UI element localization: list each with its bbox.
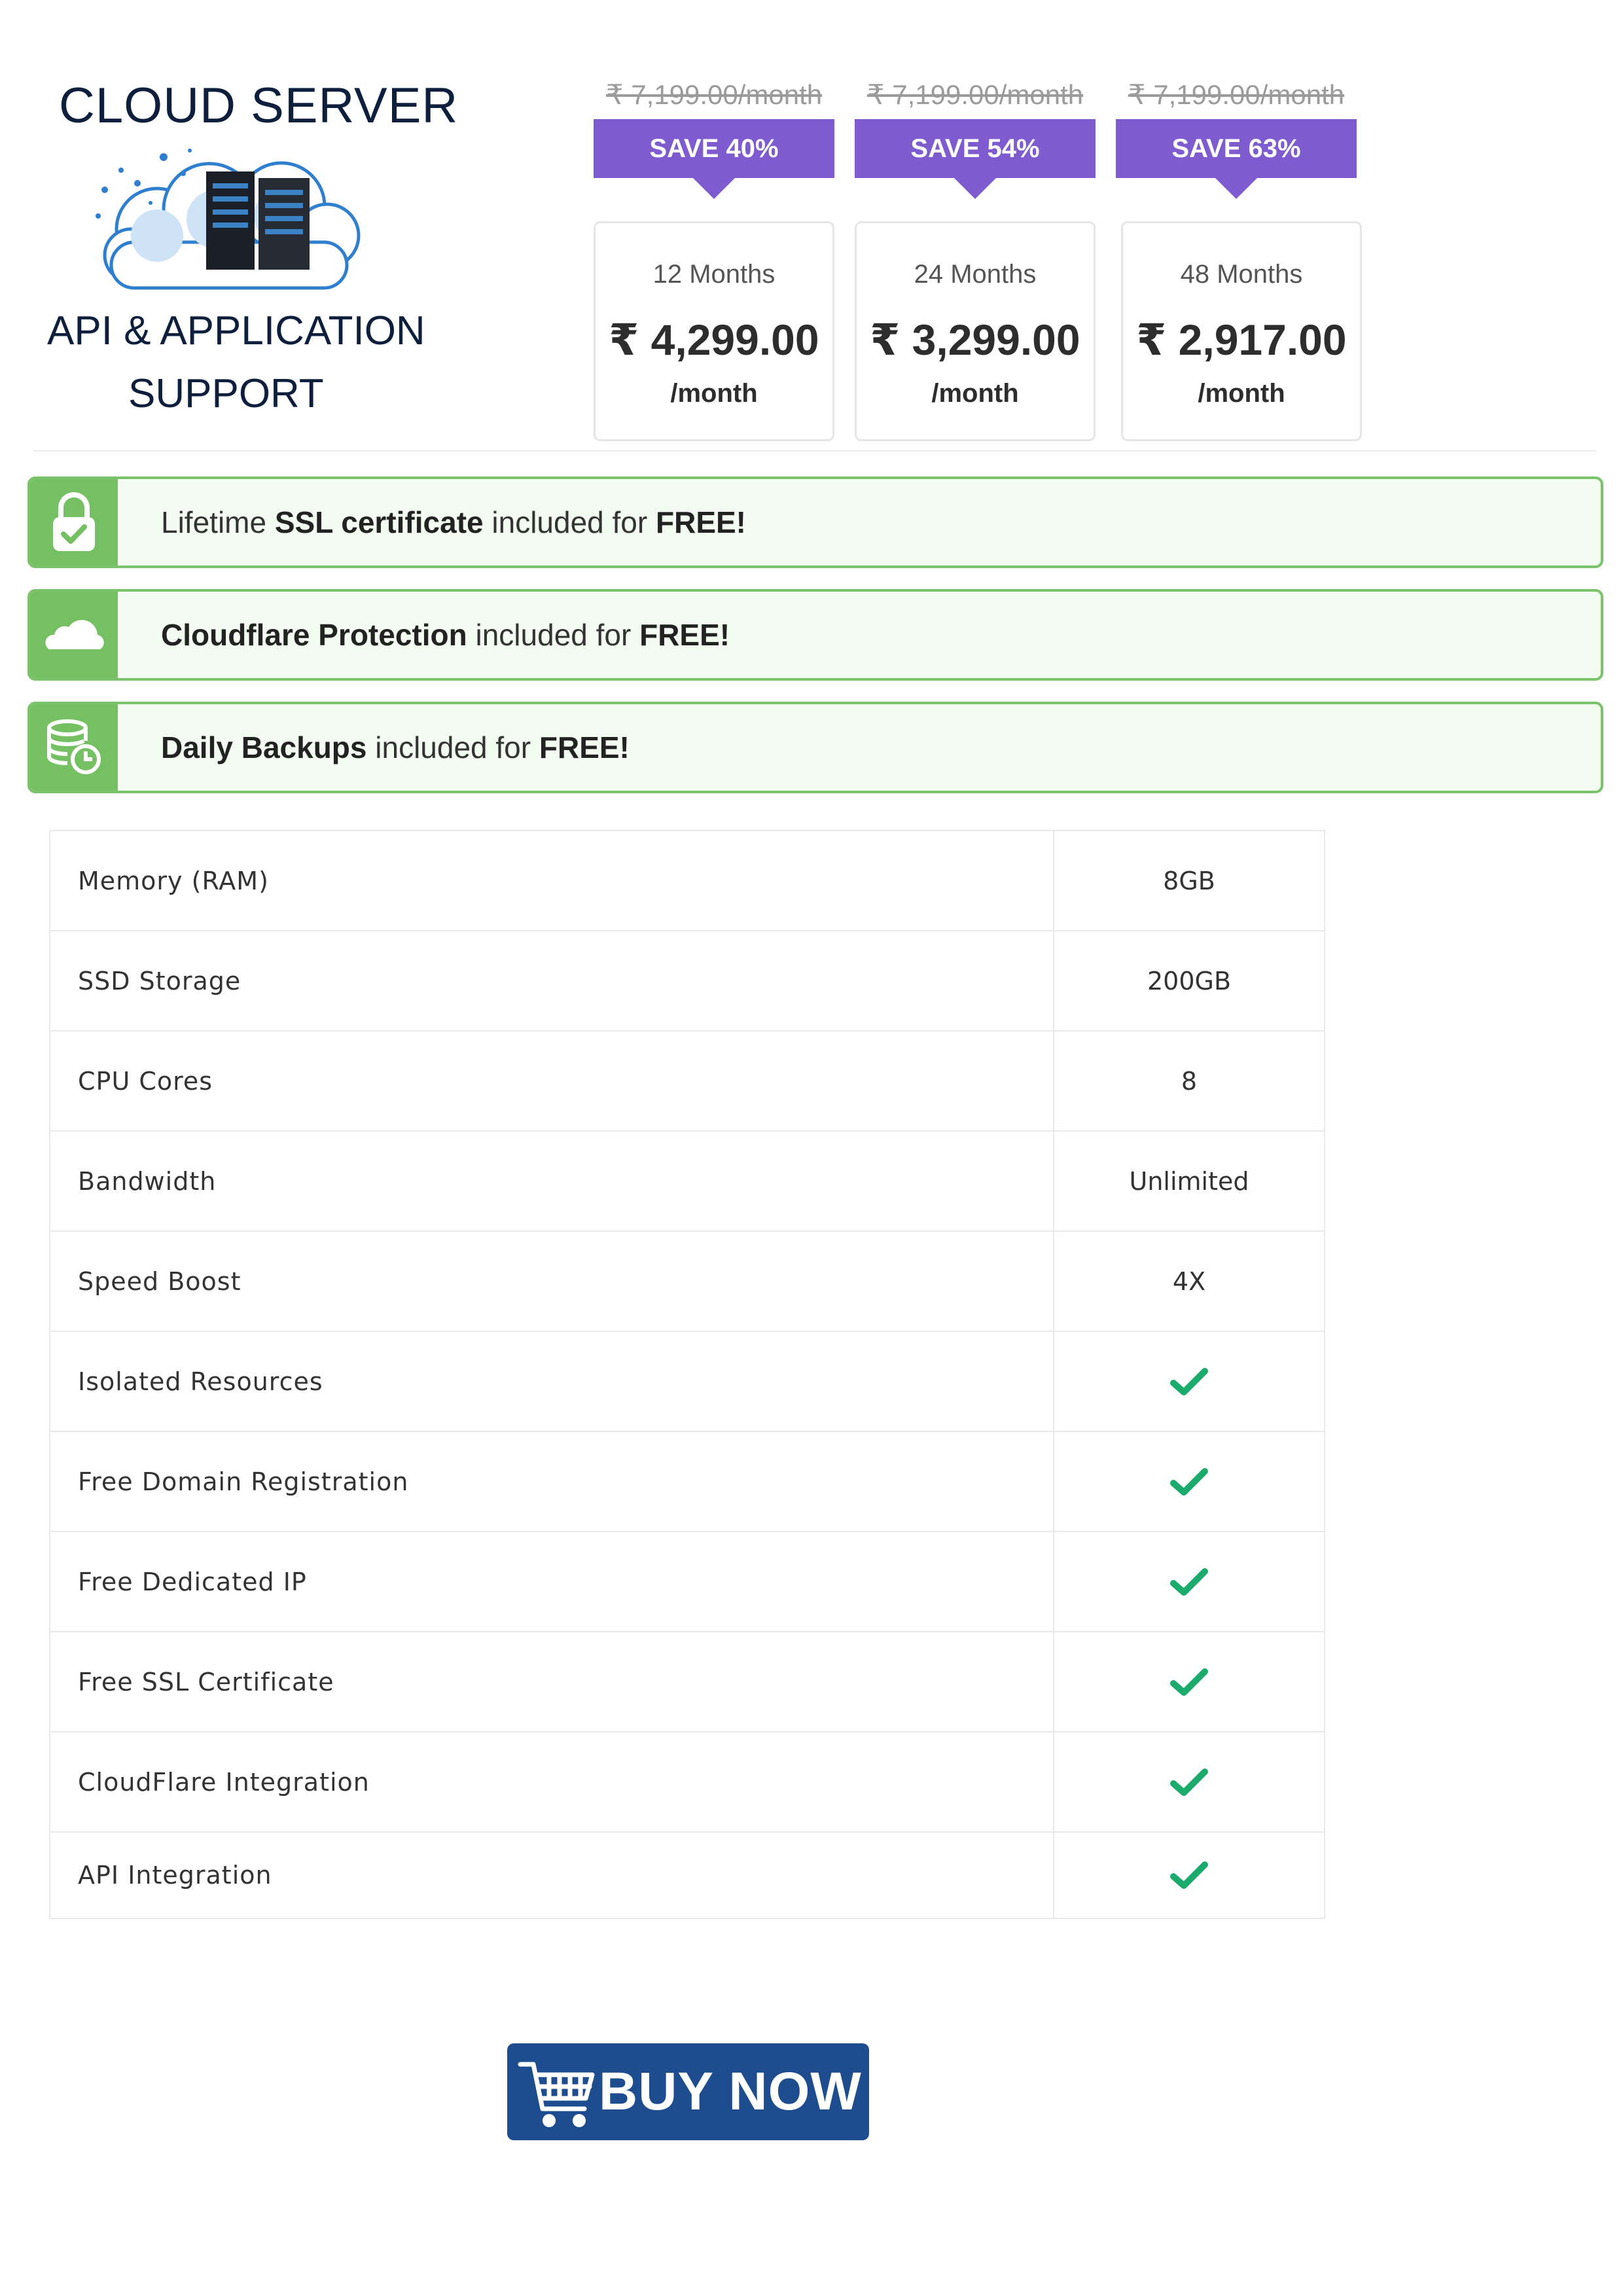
plan-price: ₹ 2,917.00 — [1136, 315, 1347, 364]
banner-ssl: Lifetime SSL certificate included for FR… — [27, 476, 1603, 568]
spec-label: SSD Storage — [50, 931, 1054, 1030]
table-row: Memory (RAM) 8GB — [50, 830, 1324, 930]
spec-value: 8 — [1181, 1066, 1198, 1096]
cloud-server-icon — [96, 149, 361, 290]
table-row: CPU Cores 8 — [50, 1030, 1324, 1130]
plan-card[interactable]: 12 Months ₹ 4,299.00 /month — [594, 221, 834, 441]
plan-months: 12 Months — [652, 260, 776, 289]
spec-label: Free Domain Registration — [50, 1432, 1054, 1531]
banner-text: Daily Backups included for FREE! — [161, 730, 630, 764]
table-row: API Integration — [50, 1831, 1324, 1919]
plan-save-badge: SAVE 63% — [1116, 119, 1357, 199]
lock-check-icon — [30, 479, 118, 565]
plan-old-price: ₹ 7,199.00/month — [866, 79, 1084, 110]
brand-subtitle-line2: SUPPORT — [128, 371, 324, 416]
banner-backups: Daily Backups included for FREE! — [27, 702, 1603, 793]
buy-now-button[interactable]: BUY NOW — [507, 2043, 869, 2140]
plan-card[interactable]: 48 Months ₹ 2,917.00 /month — [1121, 221, 1362, 441]
spec-label: Isolated Resources — [50, 1332, 1054, 1431]
spec-value: 200GB — [1147, 966, 1232, 996]
spec-label: Speed Boost — [50, 1232, 1054, 1331]
brand-subtitle-line1: API & APPLICATION — [47, 308, 425, 353]
plan-months: 24 Months — [914, 260, 1037, 289]
table-row: Free SSL Certificate — [50, 1631, 1324, 1731]
table-row: Free Domain Registration — [50, 1431, 1324, 1531]
check-icon — [1054, 1332, 1324, 1431]
check-icon — [1054, 1432, 1324, 1531]
plan-save-badge: SAVE 40% — [594, 119, 834, 199]
banner-cloudflare: Cloudflare Protection included for FREE! — [27, 589, 1603, 681]
spec-label: Free SSL Certificate — [50, 1632, 1054, 1731]
spec-label: Memory (RAM) — [50, 831, 1054, 930]
buy-now-label: BUY NOW — [599, 2062, 862, 2121]
table-row: Speed Boost 4X — [50, 1230, 1324, 1331]
plan-save-badge: SAVE 54% — [855, 119, 1096, 199]
plan-price: ₹ 3,299.00 — [870, 315, 1080, 364]
spec-label: CPU Cores — [50, 1031, 1054, 1130]
brand-title: CLOUD SERVER — [59, 78, 459, 134]
table-row: CloudFlare Integration — [50, 1731, 1324, 1831]
spec-label: Free Dedicated IP — [50, 1532, 1054, 1631]
spec-label: Bandwidth — [50, 1132, 1054, 1230]
spec-label: CloudFlare Integration — [50, 1732, 1054, 1831]
spec-value: 4X — [1172, 1266, 1206, 1296]
cloud-icon — [30, 592, 118, 678]
check-icon — [1054, 1833, 1324, 1918]
banner-text: Cloudflare Protection included for FREE! — [161, 618, 730, 652]
table-row: Free Dedicated IP — [50, 1531, 1324, 1631]
check-icon — [1054, 1732, 1324, 1831]
check-icon — [1054, 1632, 1324, 1731]
plan-old-price: ₹ 7,199.00/month — [605, 79, 823, 110]
table-row: SSD Storage 200GB — [50, 930, 1324, 1030]
database-backup-icon — [30, 704, 118, 791]
table-row: Bandwidth Unlimited — [50, 1130, 1324, 1230]
spec-table: Memory (RAM) 8GB SSD Storage 200GB CPU Cores… — [49, 830, 1325, 1919]
plan-price: ₹ 4,299.00 — [609, 315, 819, 364]
spec-value: Unlimited — [1129, 1166, 1249, 1196]
banner-text: Lifetime SSL certificate included for FR… — [161, 505, 746, 539]
plan-old-price: ₹ 7,199.00/month — [1128, 79, 1345, 110]
shopping-cart-icon — [518, 2062, 595, 2127]
plan-per-month: /month — [670, 379, 758, 408]
spec-value: 8GB — [1163, 866, 1215, 895]
spec-label: API Integration — [50, 1833, 1054, 1918]
table-row: Isolated Resources — [50, 1331, 1324, 1431]
check-icon — [1054, 1532, 1324, 1631]
plan-card[interactable]: 24 Months ₹ 3,299.00 /month — [855, 221, 1096, 441]
header-divider — [33, 450, 1597, 452]
plan-per-month: /month — [931, 379, 1019, 408]
plan-months: 48 Months — [1180, 260, 1303, 289]
plan-per-month: /month — [1198, 379, 1285, 408]
